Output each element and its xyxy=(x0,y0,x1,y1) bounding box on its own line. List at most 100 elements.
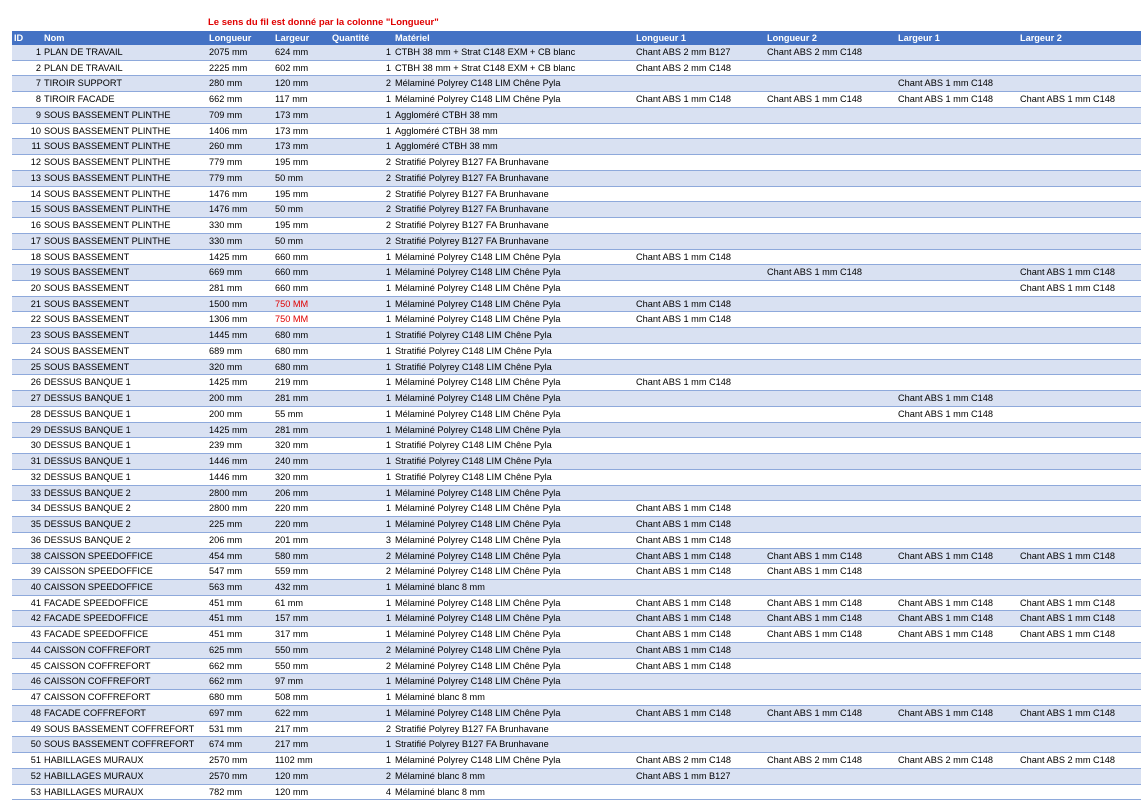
cell-materiel[interactable]: Mélaminé Polyrey C148 LIM Chêne Pyla xyxy=(395,595,636,611)
cell-materiel[interactable]: Mélaminé Polyrey C148 LIM Chêne Pyla xyxy=(395,532,636,548)
cell-id[interactable]: 52 xyxy=(12,768,44,785)
cell-quantite[interactable]: 1 xyxy=(332,610,395,627)
header-nom[interactable]: Nom xyxy=(44,31,209,45)
cell-quantite[interactable]: 2 xyxy=(332,186,395,202)
cell-materiel[interactable]: Aggloméré CTBH 38 mm xyxy=(395,138,636,155)
cell-largeur-1[interactable] xyxy=(898,249,1020,265)
cell-id[interactable]: 27 xyxy=(12,390,44,407)
cell-materiel[interactable]: Mélaminé Polyrey C148 LIM Chêne Pyla xyxy=(395,752,636,769)
cell-materiel[interactable]: Mélaminé Polyrey C148 LIM Chêne Pyla xyxy=(395,264,636,281)
cell-largeur[interactable]: 320 mm xyxy=(275,437,332,454)
cell-largeur-1[interactable]: Chant ABS 1 mm C148 xyxy=(898,91,1020,108)
cell-largeur[interactable]: 220 mm xyxy=(275,500,332,517)
cell-materiel[interactable]: Mélaminé blanc 8 mm xyxy=(395,579,636,596)
cell-nom[interactable]: SOUS BASSEMENT xyxy=(44,327,209,344)
table-row[interactable]: 33 DESSUS BANQUE 2 2800 mm 206 mm 1 Mélaminé … xyxy=(12,485,1141,501)
table-row[interactable]: 1 PLAN DE TRAVAIL 2075 mm 624 mm 1 CTBH 38 mm… xyxy=(12,45,1141,61)
cell-nom[interactable]: DESSUS BANQUE 1 xyxy=(44,422,209,438)
cell-largeur-2[interactable] xyxy=(1020,186,1141,202)
cell-largeur-2[interactable] xyxy=(1020,327,1141,344)
cell-longueur[interactable]: 779 mm xyxy=(209,154,275,171)
cell-longueur-1[interactable] xyxy=(636,217,767,234)
cell-largeur-1[interactable]: Chant ABS 2 mm C148 xyxy=(898,752,1020,769)
cell-id[interactable]: 16 xyxy=(12,217,44,234)
table-row[interactable]: 20 SOUS BASSEMENT 281 mm 660 mm 1 Mélaminé Po… xyxy=(12,280,1141,297)
cell-largeur[interactable]: 55 mm xyxy=(275,406,332,423)
table-row[interactable]: 30 DESSUS BANQUE 1 239 mm 320 mm 1 Stratifié … xyxy=(12,437,1141,454)
cell-quantite[interactable]: 1 xyxy=(332,437,395,454)
cell-nom[interactable]: SOUS BASSEMENT xyxy=(44,343,209,360)
cell-largeur[interactable]: 50 mm xyxy=(275,201,332,218)
cell-quantite[interactable]: 1 xyxy=(332,579,395,596)
cell-largeur-1[interactable] xyxy=(898,422,1020,438)
cell-longueur-2[interactable] xyxy=(767,217,898,234)
cell-largeur[interactable]: 219 mm xyxy=(275,374,332,391)
cell-quantite[interactable]: 2 xyxy=(332,721,395,737)
cell-longueur-1[interactable]: Chant ABS 1 mm C148 xyxy=(636,548,767,564)
cell-longueur[interactable]: 1446 mm xyxy=(209,453,275,470)
cell-materiel[interactable]: Stratifié Polyrey B127 FA Brunhavane xyxy=(395,736,636,753)
cell-id[interactable]: 53 xyxy=(12,784,44,800)
cell-longueur-2[interactable]: Chant ABS 2 mm C148 xyxy=(767,752,898,769)
cell-largeur[interactable]: 217 mm xyxy=(275,736,332,753)
cell-longueur-1[interactable]: Chant ABS 1 mm C148 xyxy=(636,91,767,108)
table-row[interactable]: 9 SOUS BASSEMENT PLINTHE 709 mm 173 mm 1 Aggl… xyxy=(12,107,1141,124)
cell-largeur[interactable]: 173 mm xyxy=(275,138,332,155)
table-row[interactable]: 26 DESSUS BANQUE 1 1425 mm 219 mm 1 Mélaminé … xyxy=(12,374,1141,391)
cell-longueur[interactable]: 2570 mm xyxy=(209,768,275,785)
cell-quantite[interactable]: 1 xyxy=(332,406,395,423)
cell-materiel[interactable]: Mélaminé Polyrey C148 LIM Chêne Pyla xyxy=(395,249,636,265)
cell-longueur-2[interactable] xyxy=(767,343,898,360)
cell-longueur[interactable]: 662 mm xyxy=(209,91,275,108)
cell-largeur[interactable]: 201 mm xyxy=(275,532,332,548)
cell-longueur-1[interactable] xyxy=(636,437,767,454)
cell-quantite[interactable]: 1 xyxy=(332,752,395,769)
cell-longueur-2[interactable] xyxy=(767,123,898,139)
cell-materiel[interactable]: Mélaminé Polyrey C148 LIM Chêne Pyla xyxy=(395,296,636,312)
cell-materiel[interactable]: Mélaminé Polyrey C148 LIM Chêne Pyla xyxy=(395,705,636,722)
cell-quantite[interactable]: 1 xyxy=(332,453,395,470)
cell-longueur-1[interactable] xyxy=(636,485,767,501)
cell-nom[interactable]: FACADE SPEEDOFFICE xyxy=(44,595,209,611)
cell-id[interactable]: 13 xyxy=(12,170,44,187)
cell-quantite[interactable]: 4 xyxy=(332,784,395,800)
cell-id[interactable]: 19 xyxy=(12,264,44,281)
cell-nom[interactable]: SOUS BASSEMENT PLINTHE xyxy=(44,138,209,155)
table-row[interactable]: 23 SOUS BASSEMENT 1445 mm 680 mm 1 Stratifié … xyxy=(12,327,1141,344)
cell-longueur-2[interactable] xyxy=(767,154,898,171)
cell-quantite[interactable]: 1 xyxy=(332,595,395,611)
cell-longueur-1[interactable] xyxy=(636,406,767,423)
cell-longueur[interactable]: 2570 mm xyxy=(209,752,275,769)
cell-nom[interactable]: HABILLAGES MURAUX xyxy=(44,768,209,785)
cell-nom[interactable]: DESSUS BANQUE 1 xyxy=(44,390,209,407)
cell-quantite[interactable]: 2 xyxy=(332,233,395,250)
cell-longueur[interactable]: 547 mm xyxy=(209,563,275,580)
table-row[interactable]: 11 SOUS BASSEMENT PLINTHE 260 mm 173 mm 1 Agg… xyxy=(12,138,1141,155)
cell-longueur[interactable]: 1446 mm xyxy=(209,469,275,486)
cell-id[interactable]: 28 xyxy=(12,406,44,423)
cell-largeur[interactable]: 602 mm xyxy=(275,60,332,76)
cell-largeur-1[interactable] xyxy=(898,563,1020,580)
table-row[interactable]: 53 HABILLAGES MURAUX 782 mm 120 mm 4 Mélaminé… xyxy=(12,784,1141,800)
cell-quantite[interactable]: 2 xyxy=(332,658,395,674)
cell-id[interactable]: 43 xyxy=(12,626,44,643)
cell-nom[interactable]: SOUS BASSEMENT PLINTHE xyxy=(44,154,209,171)
cell-materiel[interactable]: Aggloméré CTBH 38 mm xyxy=(395,107,636,124)
cell-largeur-2[interactable] xyxy=(1020,658,1141,674)
cell-largeur-1[interactable] xyxy=(898,784,1020,800)
cell-largeur-1[interactable] xyxy=(898,311,1020,328)
cell-nom[interactable]: SOUS BASSEMENT xyxy=(44,249,209,265)
cell-quantite[interactable]: 1 xyxy=(332,689,395,706)
cell-materiel[interactable]: Mélaminé Polyrey C148 LIM Chêne Pyla xyxy=(395,390,636,407)
cell-longueur-1[interactable]: Chant ABS 1 mm C148 xyxy=(636,705,767,722)
cell-longueur-1[interactable]: Chant ABS 2 mm B127 xyxy=(636,45,767,61)
cell-largeur[interactable]: 97 mm xyxy=(275,673,332,690)
cell-largeur-1[interactable] xyxy=(898,642,1020,659)
table-row[interactable]: 38 CAISSON SPEEDOFFICE 454 mm 580 mm 2 Mélami… xyxy=(12,548,1141,564)
cell-id[interactable]: 17 xyxy=(12,233,44,250)
cell-longueur[interactable]: 200 mm xyxy=(209,390,275,407)
cell-largeur-2[interactable] xyxy=(1020,485,1141,501)
cell-longueur-1[interactable]: Chant ABS 1 mm C148 xyxy=(636,500,767,517)
table-row[interactable]: 32 DESSUS BANQUE 1 1446 mm 320 mm 1 Stratifié… xyxy=(12,469,1141,486)
cell-largeur-1[interactable] xyxy=(898,60,1020,76)
